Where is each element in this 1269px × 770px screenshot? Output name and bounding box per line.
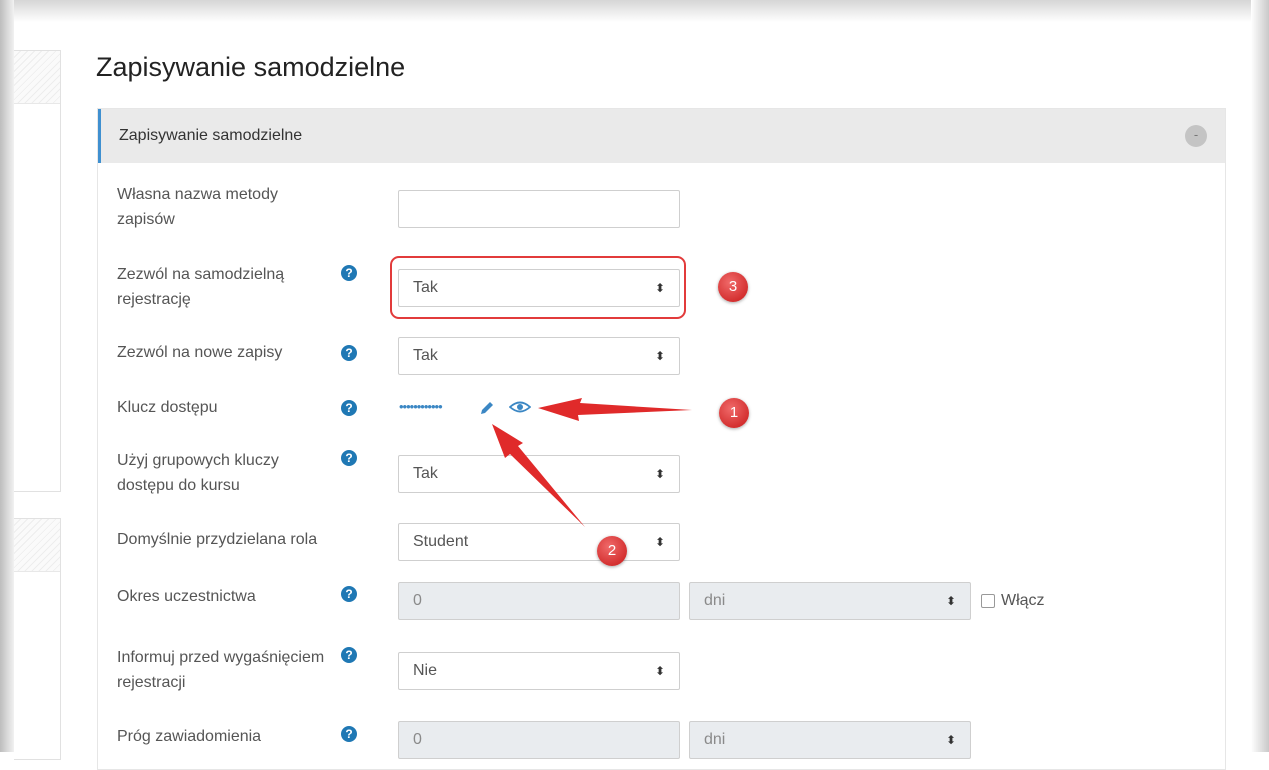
right-shadow bbox=[1251, 0, 1269, 752]
select-value: Nie bbox=[413, 662, 438, 679]
custom-name-input[interactable] bbox=[398, 190, 680, 228]
allow-new-enrol-label: Zezwól na nowe zapisy bbox=[117, 344, 283, 361]
help-icon[interactable]: ? bbox=[341, 450, 357, 466]
notification-threshold-input[interactable]: 0 bbox=[398, 721, 680, 759]
left-panel-top bbox=[14, 50, 61, 492]
annotation-badge-3: 3 bbox=[718, 272, 748, 302]
group-keys-label: Użyj grupowych kluczy dostępu do kursu bbox=[117, 452, 279, 494]
enrolment-key-masked[interactable]: •••••••••••• bbox=[399, 396, 443, 418]
select-value: dni bbox=[704, 592, 726, 609]
select-arrow-icon: ⬍ bbox=[945, 733, 956, 747]
left-panel-bottom bbox=[14, 518, 61, 760]
help-icon[interactable]: ? bbox=[341, 345, 357, 361]
section-title: Zapisywanie samodzielne bbox=[119, 127, 303, 144]
help-icon[interactable]: ? bbox=[341, 726, 357, 742]
enable-label: Włącz bbox=[1001, 592, 1045, 609]
enable-checkbox[interactable]: Włącz bbox=[981, 592, 1045, 610]
section-header[interactable]: Zapisywanie samodzielne - bbox=[98, 109, 1225, 163]
left-shadow bbox=[0, 0, 14, 752]
default-role-label: Domyślnie przydzielana rola bbox=[117, 531, 318, 548]
eye-icon[interactable] bbox=[509, 399, 531, 415]
select-arrow-icon: ⬍ bbox=[654, 664, 665, 678]
edit-pencil-icon[interactable] bbox=[477, 398, 497, 418]
notification-threshold-unit-select[interactable]: dni ⬍ bbox=[689, 721, 971, 759]
enrolment-period-label: Okres uczestnictwa bbox=[117, 588, 256, 605]
select-arrow-icon: ⬍ bbox=[654, 467, 665, 481]
select-value: Student bbox=[413, 533, 469, 550]
annotation-badge-2: 2 bbox=[597, 536, 627, 566]
select-value: Tak bbox=[413, 465, 438, 482]
page-title: Zapisywanie samodzielne bbox=[96, 52, 406, 82]
enrolment-period-input[interactable]: 0 bbox=[398, 582, 680, 620]
help-icon[interactable]: ? bbox=[341, 586, 357, 602]
select-value: dni bbox=[704, 731, 726, 748]
help-icon[interactable]: ? bbox=[341, 647, 357, 663]
select-arrow-icon: ⬍ bbox=[945, 594, 956, 608]
custom-name-label: Własna nazwa metody zapisów bbox=[117, 186, 278, 228]
checkbox-box[interactable] bbox=[981, 594, 995, 608]
help-icon[interactable]: ? bbox=[341, 400, 357, 416]
enrolment-period-unit-select[interactable]: dni ⬍ bbox=[689, 582, 971, 620]
default-role-select[interactable]: Student ⬍ bbox=[398, 523, 680, 561]
annotation-badge-1: 1 bbox=[719, 398, 749, 428]
select-arrow-icon: ⬍ bbox=[654, 349, 665, 363]
left-panel-header bbox=[14, 51, 60, 104]
notification-threshold-label: Próg zawiadomienia bbox=[117, 728, 262, 745]
collapse-icon[interactable]: - bbox=[1185, 125, 1207, 147]
help-icon[interactable]: ? bbox=[341, 265, 357, 281]
left-panel-header bbox=[14, 519, 60, 572]
top-shadow bbox=[0, 0, 1269, 22]
highlight-box bbox=[390, 256, 686, 319]
enrolment-key-label: Klucz dostępu bbox=[117, 399, 218, 416]
allow-self-enrol-label: Zezwól na samodzielną rejestrację bbox=[117, 266, 285, 308]
notify-before-expiry-select[interactable]: Nie ⬍ bbox=[398, 652, 680, 690]
allow-new-enrol-select[interactable]: Tak ⬍ bbox=[398, 337, 680, 375]
select-arrow-icon: ⬍ bbox=[654, 535, 665, 549]
group-keys-select[interactable]: Tak ⬍ bbox=[398, 455, 680, 493]
notify-before-expiry-label: Informuj przed wygaśnięciem rejestracji bbox=[117, 649, 325, 691]
select-value: Tak bbox=[413, 347, 438, 364]
